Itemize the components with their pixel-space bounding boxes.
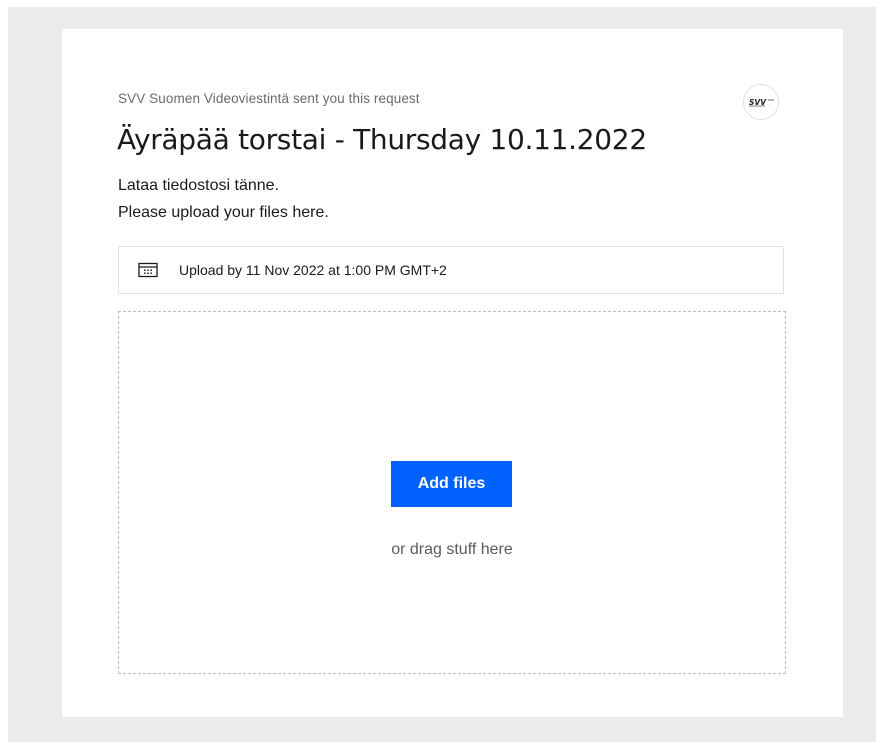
add-files-button[interactable]: Add files xyxy=(391,461,512,507)
svv-logo-icon: SVV xyxy=(749,98,774,107)
logo-text: SVV xyxy=(749,98,767,107)
description-english: Please upload your files here. xyxy=(118,204,329,221)
calendar-icon xyxy=(138,262,158,278)
request-title: Äyräpää torstai - Thursday 10.11.2022 xyxy=(117,123,647,156)
file-dropzone[interactable]: Add files or drag stuff here xyxy=(118,311,786,674)
deadline-text: Upload by 11 Nov 2022 at 1:00 PM GMT+2 xyxy=(179,262,447,278)
file-request-card: SVV Suomen Videoviestintä sent you this … xyxy=(62,29,843,717)
drag-hint: or drag stuff here xyxy=(391,541,513,558)
sender-line: SVV Suomen Videoviestintä sent you this … xyxy=(118,91,420,106)
description-finnish: Lataa tiedostosi tänne. xyxy=(118,177,280,194)
deadline-box: Upload by 11 Nov 2022 at 1:00 PM GMT+2 xyxy=(118,246,784,294)
sender-logo: SVV xyxy=(743,84,779,120)
